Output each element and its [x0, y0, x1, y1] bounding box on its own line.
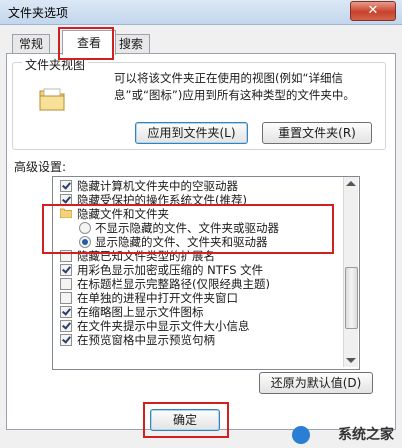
close-icon: ✕ — [367, 3, 379, 18]
folder-views-description: 可以将该文件夹正在使用的视图(例如“详细信息”或“图标”)应用到所有这种类型的文… — [114, 71, 355, 102]
checkbox[interactable] — [60, 250, 72, 262]
scroll-up-icon[interactable] — [346, 181, 356, 186]
advanced-settings-list: 隐藏计算机文件夹中的空驱动器 隐藏受保护的操作系统文件(推荐) 隐藏文件和文件夹… — [52, 176, 360, 370]
checkbox[interactable] — [60, 334, 72, 346]
tab-search[interactable]: 搜索 — [112, 34, 151, 54]
radio-button[interactable] — [79, 236, 91, 248]
checkbox[interactable] — [60, 180, 72, 192]
ok-button[interactable]: 确定 — [150, 409, 220, 431]
scroll-thumb[interactable] — [345, 267, 358, 329]
restore-defaults-button[interactable]: 还原为默认值(D) — [259, 372, 373, 394]
checkbox[interactable] — [60, 306, 72, 318]
checkbox[interactable] — [60, 292, 72, 304]
reset-folders-button[interactable]: 重置文件夹(R) — [262, 122, 372, 144]
advanced-settings-title: 高级设置: — [14, 160, 67, 174]
radio-button[interactable] — [79, 222, 91, 234]
watermark-logo-icon — [292, 426, 310, 444]
scroll-down-icon[interactable] — [346, 358, 356, 363]
checkbox[interactable] — [60, 264, 72, 276]
tab-view[interactable]: 查看 — [62, 30, 116, 55]
folder-views-title: 文件夹视图 — [22, 56, 89, 73]
close-button[interactable]: ✕ — [350, 1, 396, 21]
folder-icon — [60, 208, 72, 218]
title-bar: 文件夹选项 ✕ — [0, 0, 402, 25]
list-scrollbar[interactable] — [343, 177, 358, 367]
folder-icon — [39, 88, 65, 111]
checkbox[interactable] — [60, 320, 72, 332]
checkbox[interactable] — [60, 278, 72, 290]
apply-to-folders-button[interactable]: 应用到文件夹(L) — [135, 122, 248, 144]
checkbox[interactable] — [60, 194, 72, 206]
window-title: 文件夹选项 — [8, 6, 69, 20]
tab-strip: 常规 查看 搜索 — [0, 28, 402, 55]
tab-general[interactable]: 常规 — [12, 34, 51, 54]
watermark-text: 系统之家 — [338, 427, 394, 443]
